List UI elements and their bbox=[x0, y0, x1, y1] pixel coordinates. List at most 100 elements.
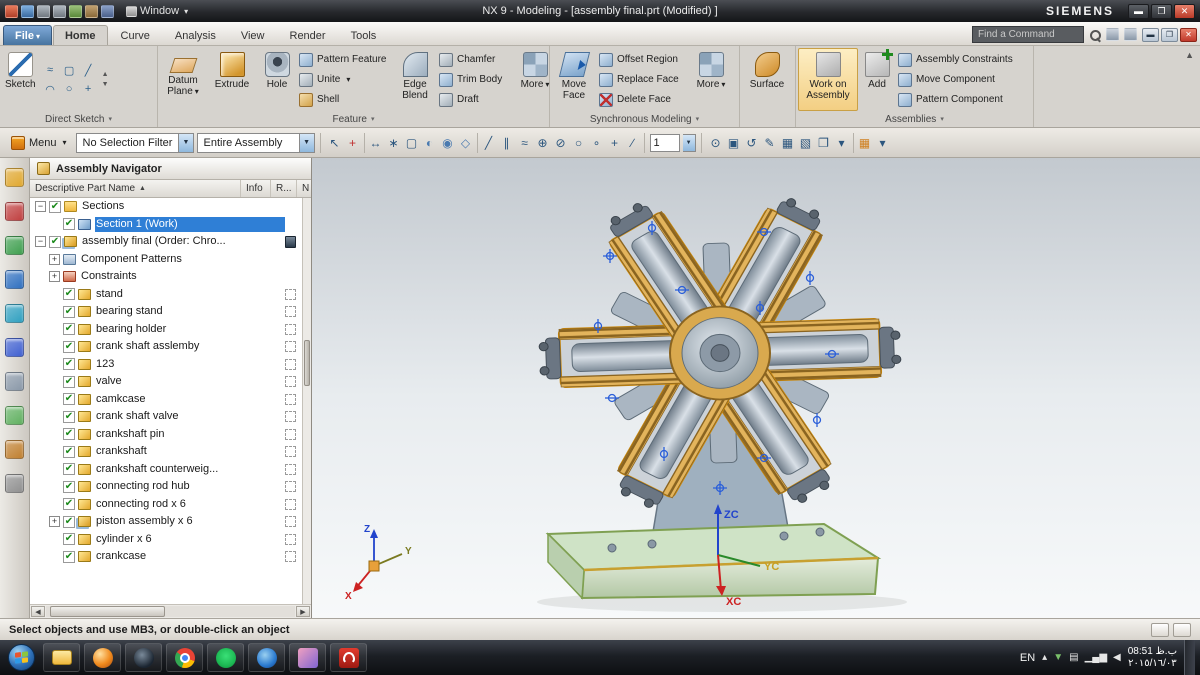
extrude-button[interactable]: Extrude bbox=[207, 48, 257, 111]
tree-item-crankcase[interactable]: ✔ crankcase bbox=[30, 548, 311, 566]
group-label-direct-sketch[interactable]: Direct Sketch bbox=[0, 111, 157, 127]
synchronous-more-button[interactable]: More bbox=[692, 48, 730, 111]
chevron-down-icon[interactable]: ▼ bbox=[682, 133, 696, 152]
selection-filter-combo[interactable]: No Selection Filter ▼ bbox=[75, 132, 194, 153]
doc-close-button[interactable]: ✕ bbox=[1180, 27, 1197, 42]
tree-item-valve[interactable]: ✔ valve bbox=[30, 373, 311, 391]
circle-icon[interactable]: ○ bbox=[61, 81, 78, 98]
collapse-icon[interactable]: − bbox=[35, 201, 46, 213]
status-pane-icon[interactable] bbox=[1151, 622, 1169, 637]
reference-set-box[interactable] bbox=[285, 516, 296, 528]
move-component-button[interactable]: Move Component bbox=[898, 70, 1020, 89]
part-navigator-icon[interactable] bbox=[5, 236, 24, 255]
tree-item-connecting-rod-hub[interactable]: ✔ connecting rod hub bbox=[30, 478, 311, 496]
visibility-checkbox[interactable]: ✔ bbox=[49, 200, 61, 213]
full-screen-icon[interactable] bbox=[1106, 28, 1119, 41]
point-icon[interactable]: + bbox=[80, 81, 97, 98]
tree-item-connecting-rod-x-6[interactable]: ✔ connecting rod x 6 bbox=[30, 496, 311, 514]
reuse-library-icon[interactable] bbox=[5, 270, 24, 289]
point-tool-icon[interactable]: ∘ bbox=[588, 134, 606, 152]
column-read-only[interactable]: R... bbox=[271, 180, 297, 197]
visibility-checkbox[interactable]: ✔ bbox=[63, 533, 75, 546]
parallel-tool-icon[interactable]: ∥ bbox=[498, 134, 516, 152]
tab-analysis[interactable]: Analysis bbox=[163, 25, 228, 45]
visibility-checkbox[interactable]: ✔ bbox=[63, 463, 75, 476]
reference-set-box[interactable] bbox=[285, 358, 296, 370]
tree-item-camkcase[interactable]: ✔ camkcase bbox=[30, 391, 311, 409]
reference-set-box[interactable] bbox=[285, 481, 296, 493]
component-group-icon[interactable]: ◇ bbox=[457, 134, 475, 152]
visibility-checkbox[interactable]: ✔ bbox=[63, 375, 75, 388]
sketch-button[interactable]: Sketch bbox=[2, 48, 39, 111]
feature-more-button[interactable]: More bbox=[516, 48, 554, 111]
datum-axis-icon[interactable]: ⊕ bbox=[534, 134, 552, 152]
tree-item-crank-shaft-asslemby[interactable]: ✔ crank shaft asslemby bbox=[30, 338, 311, 356]
pattern-feature-button[interactable]: Pattern Feature bbox=[299, 50, 391, 69]
gallery-taskbar-button[interactable] bbox=[289, 643, 326, 672]
datum-plane-button[interactable]: Datum Plane bbox=[160, 48, 206, 111]
tree-item-sections[interactable]: − ✔ Sections bbox=[30, 198, 311, 216]
visibility-checkbox[interactable]: ✔ bbox=[63, 288, 75, 301]
snap-point-icon[interactable]: ∗ bbox=[385, 134, 403, 152]
network-icon[interactable]: ▁▄▆ bbox=[1085, 652, 1107, 663]
reference-set-box[interactable] bbox=[285, 323, 296, 335]
visibility-checkbox[interactable]: ✔ bbox=[63, 323, 75, 336]
replace-face-button[interactable]: Replace Face bbox=[599, 70, 689, 89]
constraint-navigator-icon[interactable] bbox=[5, 202, 24, 221]
web-browser-icon[interactable] bbox=[5, 338, 24, 357]
paste-icon[interactable] bbox=[101, 4, 114, 18]
reference-set-box[interactable] bbox=[285, 533, 296, 545]
reference-set-box[interactable] bbox=[285, 306, 296, 318]
engine-model[interactable]: ZC YC XC bbox=[537, 191, 907, 612]
column-n[interactable]: N bbox=[297, 180, 311, 197]
tree-item-crankshaft[interactable]: ✔ crankshaft bbox=[30, 443, 311, 461]
search-icon[interactable] bbox=[1089, 29, 1101, 41]
navigator-horizontal-scrollbar[interactable]: ◀ ▶ bbox=[30, 604, 311, 618]
language-indicator[interactable]: EN bbox=[1020, 652, 1035, 664]
highlight-add-icon[interactable]: + bbox=[344, 134, 362, 152]
doc-minimize-button[interactable]: ▬ bbox=[1142, 27, 1159, 42]
scroll-right-icon[interactable]: ▶ bbox=[296, 606, 310, 617]
chamfer-button[interactable]: Chamfer bbox=[439, 50, 513, 69]
tree-item-123[interactable]: ✔ 123 bbox=[30, 356, 311, 374]
window-menu[interactable]: Window bbox=[126, 5, 188, 17]
reference-set-box[interactable] bbox=[285, 446, 296, 458]
menu-button[interactable]: Menu bbox=[5, 133, 73, 153]
tab-file[interactable]: File bbox=[3, 25, 52, 45]
status-pane-icon[interactable] bbox=[1173, 622, 1191, 637]
navigator-title-bar[interactable]: Assembly Navigator bbox=[30, 158, 311, 180]
tab-curve[interactable]: Curve bbox=[109, 25, 162, 45]
view-triad[interactable]: Z Y X bbox=[345, 524, 412, 602]
start-button[interactable] bbox=[3, 642, 39, 673]
firefox-taskbar-button[interactable] bbox=[84, 643, 121, 672]
scrollbar-thumb[interactable] bbox=[50, 606, 165, 617]
ie-taskbar-button[interactable] bbox=[248, 643, 285, 672]
visibility-checkbox[interactable]: ✔ bbox=[63, 498, 75, 511]
scroll-down-icon[interactable]: ▼ bbox=[102, 81, 109, 88]
delete-face-button[interactable]: Delete Face bbox=[599, 90, 689, 109]
scroll-left-icon[interactable]: ◀ bbox=[31, 606, 45, 617]
tab-view[interactable]: View bbox=[229, 25, 277, 45]
roles-icon[interactable] bbox=[5, 474, 24, 493]
graphics-window[interactable]: ZC YC XC Z Y X bbox=[312, 158, 1200, 618]
visibility-checkbox[interactable]: ✔ bbox=[63, 445, 75, 458]
expand-icon[interactable]: + bbox=[49, 253, 60, 265]
process-studio-icon[interactable] bbox=[5, 406, 24, 425]
grid-display-icon[interactable]: ▦ bbox=[779, 134, 797, 152]
show-desktop-button[interactable] bbox=[1184, 640, 1195, 675]
manufacturing-wizard-icon[interactable] bbox=[5, 440, 24, 459]
zoom-icon[interactable]: ⊙ bbox=[707, 134, 725, 152]
group-label-assemblies[interactable]: Assemblies bbox=[796, 111, 1033, 127]
group-label-synchronous-modeling[interactable]: Synchronous Modeling bbox=[550, 111, 739, 127]
tree-item-crankshaft-counterweig[interactable]: ✔ crankshaft counterweig... bbox=[30, 461, 311, 479]
circle-tool-icon[interactable]: ○ bbox=[570, 134, 588, 152]
offset-region-button[interactable]: Offset Region bbox=[599, 50, 689, 69]
help-icon[interactable] bbox=[1124, 28, 1137, 41]
rectangle-icon[interactable]: ▢ bbox=[61, 62, 78, 79]
reference-set-box[interactable] bbox=[285, 551, 296, 563]
visibility-checkbox[interactable]: ✔ bbox=[63, 393, 75, 406]
expand-icon[interactable]: + bbox=[49, 271, 60, 283]
navigator-vertical-scrollbar[interactable] bbox=[302, 198, 311, 604]
restore-button[interactable]: ❐ bbox=[1151, 3, 1172, 19]
reference-set-box[interactable] bbox=[285, 393, 296, 405]
